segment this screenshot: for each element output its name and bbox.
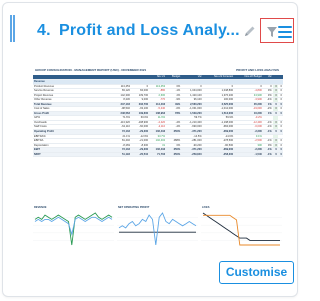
table-cell: 71,703 <box>149 152 167 158</box>
report-header-left: GROUP CONSOLIDATION - MANAGEMENT REPORT … <box>35 68 147 72</box>
table-cell: -20,510 <box>130 152 150 158</box>
table-cell: -259,840 <box>181 152 203 158</box>
card-title: 4. Profit and Loss Analy... <box>37 22 240 40</box>
mini-chart-title: NET OPERATING PROFIT <box>118 206 150 209</box>
pencil-icon[interactable] <box>243 24 257 38</box>
report-header-right: PROFIT AND LOSS ANALYSIS <box>236 68 279 72</box>
table-cell: -258,300 <box>202 152 235 158</box>
filter-icon[interactable] <box>266 26 278 38</box>
mini-chart: NET OPERATING PROFIT <box>117 206 198 249</box>
mini-chart-series <box>202 212 280 241</box>
mini-chart: REVENUE <box>33 206 114 249</box>
report-preview: GROUP CONSOLIDATION - MANAGEMENT REPORT … <box>33 66 283 249</box>
card-title-text: Profit and Loss Analy... <box>59 22 240 39</box>
row-label: NPAT <box>33 152 113 158</box>
mini-chart-plot <box>201 212 282 246</box>
card-number: 4. <box>37 22 51 39</box>
table-cell: 0 <box>277 152 283 158</box>
drag-handle-icon[interactable] <box>10 15 15 42</box>
mini-chart-series <box>118 212 197 246</box>
table-row: NPAT 51,193 -20,510 71,703 350% -259,840 -258,… <box>33 152 283 158</box>
mini-chart-title: REVENUE <box>34 206 47 209</box>
table-cell: 51,193 <box>113 152 131 158</box>
mini-chart-plot <box>33 212 114 246</box>
report-charts: REVENUE NET OPERATING PROFIT LIVES <box>33 206 283 249</box>
mini-chart-title: LIVES <box>202 206 210 209</box>
mini-chart-plot <box>117 212 198 246</box>
mini-chart-series <box>34 212 113 246</box>
table-cell: 350% <box>166 152 182 158</box>
hamburger-menu-icon[interactable] <box>278 26 292 38</box>
customise-button[interactable]: Customise <box>219 261 294 284</box>
table-cell: -1,540 <box>234 152 263 158</box>
report-preview-header: GROUP CONSOLIDATION - MANAGEMENT REPORT … <box>33 66 283 74</box>
mini-chart: LIVES <box>201 206 282 249</box>
table-cell: -1% <box>262 152 273 158</box>
financial-table: Nov 21 Budget Var Nov-22 Forecast Nov-22 Bud… <box>33 75 283 158</box>
report-card: 4. Profit and Loss Analy... GROUP CONSOLI… <box>2 2 298 297</box>
